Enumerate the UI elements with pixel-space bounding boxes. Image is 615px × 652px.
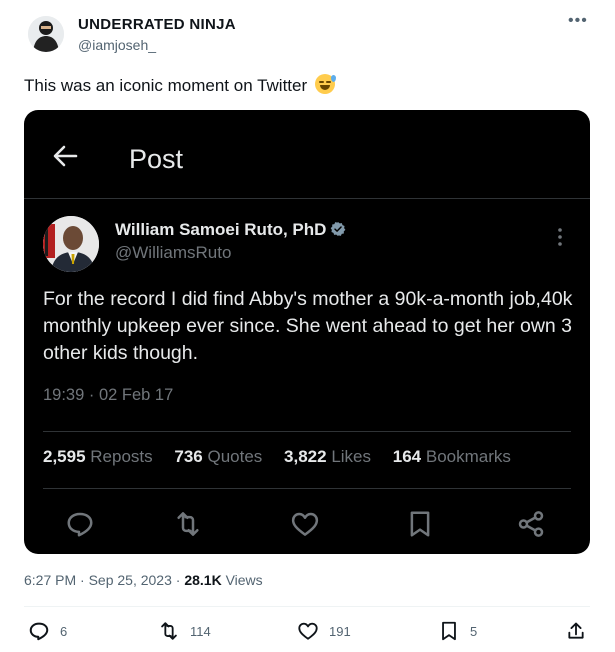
bookmark-icon (410, 511, 430, 537)
post-timestamp[interactable]: 6:27 PM · Sep 25, 2023 · (24, 572, 184, 588)
reply-icon (29, 622, 49, 641)
card-divider (43, 431, 571, 432)
grinning-sweat-emoji-icon (314, 74, 336, 94)
embedded-stats: 2,595 Reposts 736 Quotes 3,822 Likes 164… (43, 447, 528, 467)
retweet-icon (161, 622, 177, 640)
views-label: Views (221, 572, 263, 588)
bookmark-icon (442, 621, 456, 641)
card-divider (24, 198, 590, 199)
bookmark-button[interactable]: 5 (438, 620, 477, 642)
stat-quotes: 736 Quotes (174, 447, 262, 466)
author-handle[interactable]: @iamjoseh_ (78, 37, 156, 53)
like-icon (298, 622, 318, 640)
stat-value: 2,595 (43, 447, 86, 466)
embedded-post-screenshot[interactable]: Post William Samoei Ruto, PhD @WilliamsR… (24, 110, 590, 554)
ninja-avatar-image (28, 16, 64, 52)
stat-label: Likes (331, 447, 372, 466)
like-icon (291, 512, 319, 536)
stat-value: 3,822 (284, 447, 327, 466)
ruto-avatar-image (43, 216, 99, 272)
retweet-icon (177, 512, 199, 536)
embedded-author-handle: @WilliamsRuto (115, 243, 232, 262)
embedded-timestamp: 19:39 · 02 Feb 17 (43, 386, 174, 404)
reply-button[interactable]: 6 (28, 620, 67, 642)
reply-count: 6 (60, 623, 68, 639)
stat-label: Reposts (90, 447, 153, 466)
embedded-author-name-text: William Samoei Ruto, PhD (115, 220, 327, 239)
more-options-icon[interactable]: ••• (568, 12, 588, 30)
card-header-title: Post (129, 144, 184, 174)
tweet-text-content: This was an iconic moment on Twitter (24, 76, 308, 95)
views-count: 28.1K (184, 572, 222, 588)
stat-reposts: 2,595 Reposts (43, 447, 153, 466)
repost-button[interactable]: 114 (158, 620, 211, 642)
share-icon (518, 511, 544, 537)
stat-label: Quotes (207, 447, 263, 466)
more-vertical-icon (558, 228, 562, 246)
stat-value: 736 (174, 447, 203, 466)
back-arrow-icon (53, 145, 78, 167)
bookmark-count: 5 (470, 623, 478, 639)
embedded-post-text: For the record I did find Abby's mother … (43, 288, 573, 364)
post-meta: 6:27 PM · Sep 25, 2023 · 28.1K Views (24, 572, 263, 588)
author-name[interactable]: UNDERRATED NINJA (78, 16, 236, 33)
like-count: 191 (329, 623, 351, 639)
share-button[interactable] (566, 620, 596, 642)
ruto-avatar (43, 216, 99, 272)
tweet-text: This was an iconic moment on Twitter (24, 74, 336, 96)
share-upload-icon (568, 622, 584, 639)
reply-icon (67, 512, 93, 537)
embedded-author-name: William Samoei Ruto, PhD (115, 220, 346, 240)
stat-value: 164 (392, 447, 422, 466)
actions-divider (24, 606, 590, 607)
author-avatar[interactable] (28, 16, 64, 52)
card-divider (43, 488, 571, 489)
repost-count: 114 (190, 623, 211, 639)
stat-label: Bookmarks (425, 447, 511, 466)
stat-likes: 3,822 Likes (284, 447, 371, 466)
like-button[interactable]: 191 (297, 620, 351, 642)
stat-bookmarks: 164 Bookmarks (393, 447, 511, 466)
verified-badge-icon (331, 222, 346, 236)
